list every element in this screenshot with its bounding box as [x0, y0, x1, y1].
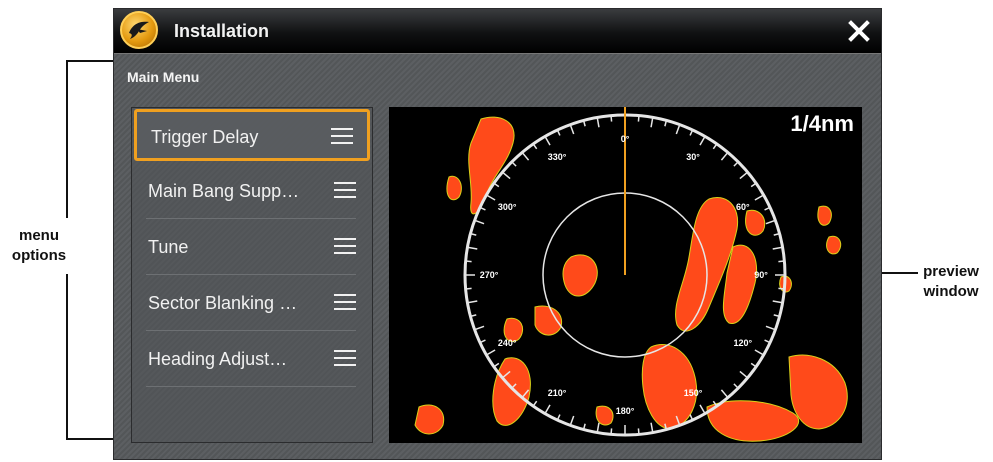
bearing-tick	[474, 219, 485, 225]
preview-window-callout-line1: preview	[923, 263, 979, 280]
menu-item-trigger-delay[interactable]: Trigger Delay	[134, 109, 370, 161]
bearing-label: 330°	[548, 152, 567, 162]
bearing-tick	[650, 422, 654, 433]
bearing-label: 210°	[548, 388, 567, 398]
bearing-tick	[486, 349, 496, 356]
bearing-tick	[511, 161, 517, 167]
bearing-tick	[544, 136, 551, 146]
bearing-tick	[493, 182, 500, 188]
installation-dialog: Installation Main Menu Trigger Delay Mai…	[113, 8, 882, 460]
menu-list: Trigger Delay Main Bang Supp… Tune Secto…	[131, 107, 373, 443]
bearing-tick	[650, 117, 654, 128]
menu-item-sector-blanking[interactable]: Sector Blanking …	[134, 278, 370, 330]
bearing-tick	[720, 389, 729, 399]
bearing-tick	[637, 115, 640, 122]
menu-item-heading-adjust[interactable]: Heading Adjust…	[134, 334, 370, 386]
hamburger-icon[interactable]	[331, 128, 353, 146]
bearing-tick	[778, 287, 785, 290]
bearing-tick	[765, 219, 776, 225]
bearing-tick	[465, 260, 472, 263]
preview-window-callout: preview window	[916, 262, 986, 302]
bearing-tick	[720, 151, 729, 161]
bearing-label: 0°	[621, 134, 630, 144]
bearing-tick	[750, 362, 757, 368]
bearing-label: 180°	[616, 406, 635, 416]
bearing-label: 270°	[480, 270, 499, 280]
menu-options-callout: menu options	[4, 226, 74, 266]
preview-window-callout-line2: window	[923, 283, 979, 300]
radar-display: 0° 30° 60° 90° 120° 150° 180° 210° 240° 270° 300° 3…	[414, 107, 848, 442]
bearing-tick	[778, 260, 785, 263]
bearing-tick	[675, 124, 681, 135]
hamburger-icon[interactable]	[334, 238, 356, 256]
range-label: 1/4nm	[790, 111, 854, 136]
bearing-tick	[637, 428, 640, 435]
bearing-tick	[699, 404, 706, 414]
bearing-tick	[467, 300, 478, 304]
bearing-tick	[467, 246, 478, 250]
preview-window: 0° 30° 60° 90° 120° 150° 180° 210° 240° 270° 300° 3…	[389, 107, 862, 443]
bearing-label: 90°	[754, 270, 768, 280]
menu-item-main-bang-suppression[interactable]: Main Bang Supp…	[134, 166, 370, 218]
bearing-tick	[772, 300, 783, 304]
hamburger-icon[interactable]	[334, 350, 356, 368]
bearing-tick	[610, 428, 613, 435]
menu-item-label: Trigger Delay	[151, 127, 259, 147]
bearing-tick	[521, 151, 530, 161]
bearing-label: 120°	[733, 338, 752, 348]
bearing-tick	[712, 143, 718, 150]
menu-item-label: Main Bang Supp…	[148, 181, 300, 201]
bearing-tick	[501, 171, 511, 180]
bearing-tick	[532, 143, 538, 150]
bearing-label: 150°	[684, 388, 703, 398]
bearing-tick	[739, 171, 749, 180]
bearing-tick	[569, 415, 575, 426]
bearing-tick	[493, 362, 500, 368]
bearing-tick	[610, 115, 613, 122]
menu-item-label: Tune	[148, 237, 189, 257]
menu-item-label: Sector Blanking …	[148, 293, 298, 313]
close-icon[interactable]	[847, 19, 871, 43]
bearing-label: 60°	[736, 202, 750, 212]
bearing-tick	[754, 349, 764, 356]
bearing-tick	[544, 404, 551, 414]
bearing-tick	[750, 182, 757, 188]
bearing-tick	[772, 246, 783, 250]
title-bar: Installation	[114, 9, 881, 54]
bearing-label: 30°	[686, 152, 700, 162]
bearing-tick	[596, 422, 600, 433]
hamburger-icon[interactable]	[334, 294, 356, 312]
bearing-tick	[733, 383, 739, 389]
bearing-tick	[739, 370, 749, 379]
bearing-tick	[699, 136, 706, 146]
menu-options-callout-line1: menu	[18, 227, 59, 244]
menu-item-tune[interactable]: Tune	[134, 222, 370, 274]
window-title: Installation	[174, 21, 270, 41]
bearing-tick	[596, 117, 600, 128]
bearing-label: 240°	[498, 338, 517, 348]
bearing-tick	[765, 325, 776, 331]
hamburger-icon[interactable]	[334, 182, 356, 200]
bearing-tick	[474, 325, 485, 331]
humminbird-logo-icon	[120, 11, 158, 49]
bearing-tick	[532, 400, 538, 407]
section-title: Main Menu	[127, 69, 200, 85]
bearing-tick	[569, 124, 575, 135]
menu-options-callout-line2: options	[11, 247, 67, 264]
bearing-tick	[486, 194, 496, 201]
bearing-tick	[733, 161, 739, 167]
bearing-tick	[465, 287, 472, 290]
menu-item-label: Heading Adjust…	[148, 349, 288, 369]
bearing-label: 300°	[498, 202, 517, 212]
bearing-tick	[754, 194, 764, 201]
